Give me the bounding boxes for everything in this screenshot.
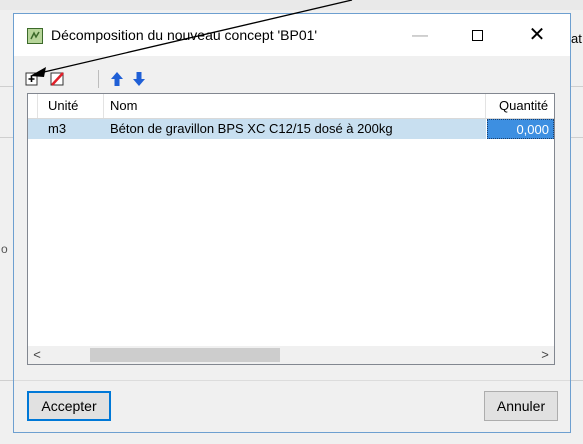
delete-row-icon xyxy=(50,72,64,86)
minimize-button[interactable]: — xyxy=(405,26,435,46)
accept-button[interactable]: Accepter xyxy=(27,391,111,421)
row-header-cell[interactable] xyxy=(28,119,38,139)
scroll-right-button[interactable]: > xyxy=(536,346,554,364)
cell-unite[interactable]: m3 xyxy=(38,119,104,139)
delete-row-button[interactable] xyxy=(49,71,65,87)
cell-nom[interactable]: Béton de gravillon BPS XC C12/15 dosé à … xyxy=(104,119,486,139)
cell-quantite[interactable]: 0,000 xyxy=(487,119,554,139)
background-text-fragment: o xyxy=(1,242,8,256)
maximize-icon xyxy=(472,30,483,41)
move-down-icon xyxy=(133,72,145,86)
add-row-icon xyxy=(25,72,38,86)
toolbar-separator xyxy=(98,70,99,88)
maximize-button[interactable] xyxy=(463,26,493,46)
app-icon xyxy=(27,28,43,44)
dialog-title: Décomposition du nouveau concept 'BP01' xyxy=(51,27,318,43)
dialog-titlebar[interactable]: Décomposition du nouveau concept 'BP01' … xyxy=(14,14,570,56)
composition-grid: Unité Nom Quantité m3 Béton de gravillon… xyxy=(27,93,555,365)
background-text-fragment: at xyxy=(571,31,582,46)
toolbar xyxy=(23,68,223,90)
column-header-quantite[interactable]: Quantité xyxy=(486,94,554,118)
decomposition-dialog: Décomposition du nouveau concept 'BP01' … xyxy=(13,13,571,433)
move-up-icon xyxy=(111,72,123,86)
column-header-nom[interactable]: Nom xyxy=(104,94,486,118)
move-down-button[interactable] xyxy=(131,71,147,87)
scroll-left-button[interactable]: < xyxy=(28,346,46,364)
row-header-corner xyxy=(28,94,38,118)
grid-header: Unité Nom Quantité xyxy=(28,94,554,119)
horizontal-scrollbar[interactable]: < > xyxy=(28,346,554,364)
scrollbar-thumb[interactable] xyxy=(90,348,280,362)
move-up-button[interactable] xyxy=(109,71,125,87)
column-header-unite[interactable]: Unité xyxy=(38,94,104,118)
table-row[interactable]: m3 Béton de gravillon BPS XC C12/15 dosé… xyxy=(28,119,554,139)
footer-divider xyxy=(14,380,570,381)
dialog-content: Unité Nom Quantité m3 Béton de gravillon… xyxy=(14,56,570,432)
cancel-button[interactable]: Annuler xyxy=(484,391,558,421)
background-window-strip xyxy=(0,0,583,10)
close-button[interactable]: ✕ xyxy=(522,23,552,47)
add-row-button[interactable] xyxy=(24,71,40,87)
